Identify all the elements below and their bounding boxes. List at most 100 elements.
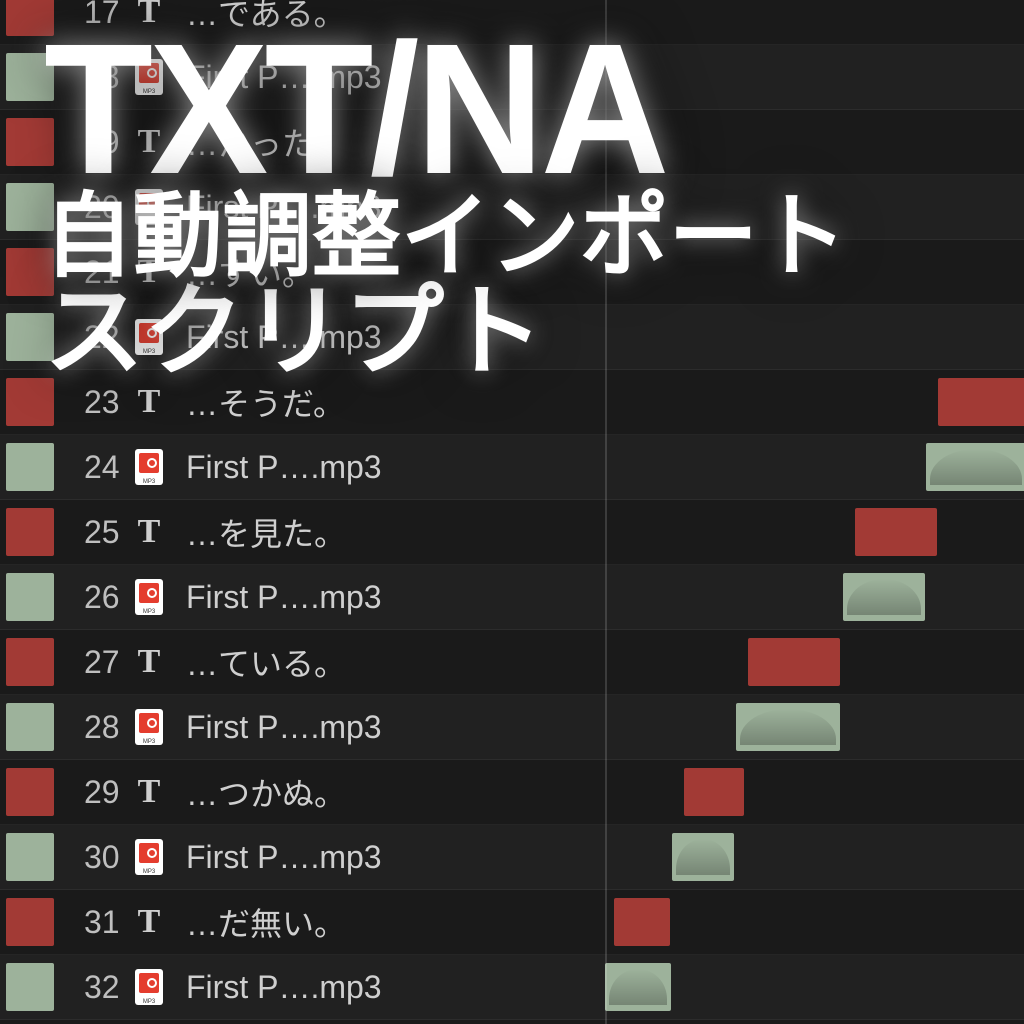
track-row[interactable]: 21 T …すい。 <box>0 240 1024 305</box>
track-number: 22 <box>54 319 124 356</box>
track-name: First P….mp3 <box>174 59 1024 96</box>
letter-t-icon: T <box>138 125 161 159</box>
audio-type-icon: MP3 <box>124 709 174 745</box>
track-row[interactable]: 27T…ている。 <box>0 630 1024 695</box>
track-name: …つかぬ。 <box>174 769 1024 815</box>
track-row[interactable]: 30MP3First P….mp3 <box>0 825 1024 890</box>
track-color-swatch[interactable] <box>6 183 54 231</box>
track-color-swatch[interactable] <box>6 248 54 296</box>
track-number: 29 <box>54 774 124 811</box>
text-type-icon: T <box>124 905 174 939</box>
track-color-swatch[interactable] <box>6 0 54 36</box>
track-row[interactable]: 24MP3First P….mp3 <box>0 435 1024 500</box>
track-color-swatch[interactable] <box>6 443 54 491</box>
mp3-file-icon: MP3 <box>135 319 163 355</box>
audio-type-icon: MP3 <box>124 579 174 615</box>
track-name: First P….mp3 <box>174 839 1024 876</box>
track-color-swatch[interactable] <box>6 313 54 361</box>
track-number: 18 <box>54 59 124 96</box>
letter-t-icon: T <box>138 0 161 29</box>
audio-type-icon: MP3 <box>124 189 174 225</box>
mp3-file-icon: MP3 <box>135 969 163 1005</box>
audio-clip[interactable] <box>926 443 1024 491</box>
track-name: First P….mp3 <box>174 449 1024 486</box>
track-number: 31 <box>54 904 124 941</box>
track-color-swatch[interactable] <box>6 118 54 166</box>
track-name: …すい。 <box>174 249 1024 295</box>
audio-type-icon: MP3 <box>124 839 174 875</box>
track-row[interactable]: 23T…そうだ。 <box>0 370 1024 435</box>
audio-clip[interactable] <box>843 573 925 621</box>
track-color-swatch[interactable] <box>6 638 54 686</box>
letter-t-icon: T <box>138 385 161 419</box>
text-clip[interactable] <box>684 768 744 816</box>
letter-t-icon: T <box>138 515 161 549</box>
audio-clip[interactable] <box>736 703 840 751</box>
mp3-file-icon: MP3 <box>135 189 163 225</box>
track-row[interactable]: 32 MP3 First P….mp3 <box>0 955 1024 1020</box>
track-number: 21 <box>54 254 124 291</box>
timeline-divider <box>605 0 607 1024</box>
track-number: 23 <box>54 384 124 421</box>
text-type-icon: T <box>124 125 174 159</box>
waveform-icon <box>676 839 730 875</box>
text-clip[interactable] <box>614 898 670 946</box>
text-clip[interactable] <box>855 508 937 556</box>
track-name: …かった。 <box>174 119 1024 165</box>
track-name: …である。 <box>174 0 1024 35</box>
track-row[interactable]: 17 T …である。 <box>0 0 1024 45</box>
track-number: 20 <box>54 189 124 226</box>
track-row[interactable]: 20 MP3 First P….mp3 <box>0 175 1024 240</box>
audio-type-icon: MP3 <box>124 969 174 1005</box>
track-number: 27 <box>54 644 124 681</box>
track-color-swatch[interactable] <box>6 573 54 621</box>
waveform-icon <box>847 579 921 615</box>
track-list: 17T…である。18MP3First P….mp319T…かった。20MP3Fi… <box>0 0 1024 1020</box>
track-name: First P….mp3 <box>174 709 1024 746</box>
track-name: …だ無い。 <box>174 899 1024 945</box>
track-row[interactable]: 19 T …かった。 <box>0 110 1024 175</box>
mp3-file-icon: MP3 <box>135 839 163 875</box>
letter-t-icon: T <box>138 255 161 289</box>
text-clip[interactable] <box>748 638 840 686</box>
track-row[interactable]: 28 MP3 First P….mp3 <box>0 695 1024 760</box>
track-number: 24 <box>54 449 124 486</box>
track-number: 19 <box>54 124 124 161</box>
waveform-icon <box>740 709 836 745</box>
track-color-swatch[interactable] <box>6 53 54 101</box>
text-clip[interactable] <box>938 378 1024 426</box>
track-color-swatch[interactable] <box>6 703 54 751</box>
track-name: …ている。 <box>174 639 1024 685</box>
audio-clip[interactable] <box>672 833 734 881</box>
track-number: 25 <box>54 514 124 551</box>
track-row[interactable]: 18 MP3 First P….mp3 <box>0 45 1024 110</box>
track-color-swatch[interactable] <box>6 963 54 1011</box>
track-color-swatch[interactable] <box>6 508 54 556</box>
track-name: First P….mp3 <box>174 969 1024 1006</box>
track-number: 32 <box>54 969 124 1006</box>
track-row[interactable]: 25T…を見た。 <box>0 500 1024 565</box>
track-color-swatch[interactable] <box>6 833 54 881</box>
track-row[interactable]: 26MP3First P….mp3 <box>0 565 1024 630</box>
text-type-icon: T <box>124 255 174 289</box>
waveform-icon <box>609 969 667 1005</box>
letter-t-icon: T <box>138 775 161 809</box>
audio-clip[interactable] <box>605 963 671 1011</box>
track-color-swatch[interactable] <box>6 378 54 426</box>
track-row[interactable]: 31T…だ無い。 <box>0 890 1024 955</box>
track-number: 17 <box>54 0 124 31</box>
track-name: First P….mp3 <box>174 189 1024 226</box>
track-color-swatch[interactable] <box>6 768 54 816</box>
mp3-file-icon: MP3 <box>135 59 163 95</box>
track-row[interactable]: 22MP3First P….mp3 <box>0 305 1024 370</box>
text-type-icon: T <box>124 515 174 549</box>
track-number: 28 <box>54 709 124 746</box>
audio-type-icon: MP3 <box>124 449 174 485</box>
text-type-icon: T <box>124 645 174 679</box>
text-type-icon: T <box>124 775 174 809</box>
text-type-icon: T <box>124 0 174 29</box>
track-row[interactable]: 29 T …つかぬ。 <box>0 760 1024 825</box>
audio-type-icon: MP3 <box>124 319 174 355</box>
mp3-file-icon: MP3 <box>135 709 163 745</box>
track-color-swatch[interactable] <box>6 898 54 946</box>
